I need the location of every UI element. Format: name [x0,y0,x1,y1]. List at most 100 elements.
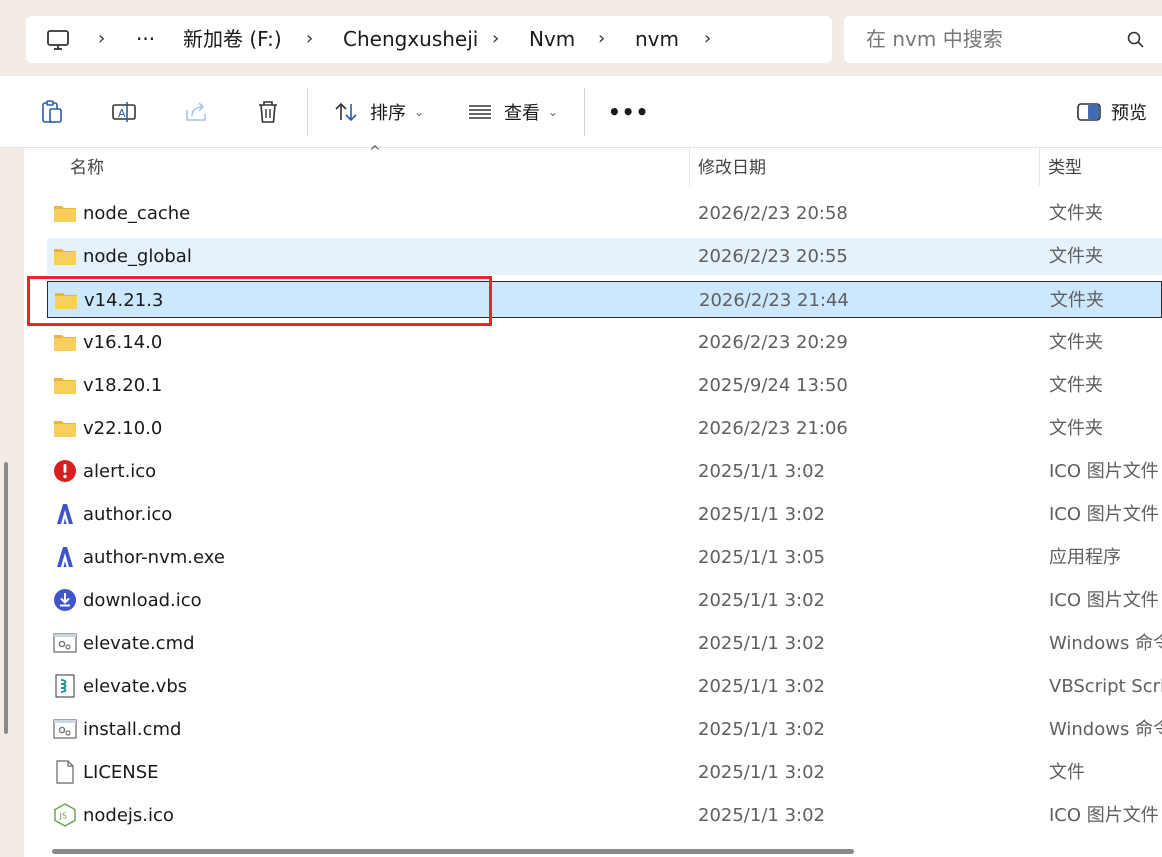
view-label: 查看 [504,103,540,124]
file-type: 文件夹 [1049,375,1103,396]
share-button[interactable] [182,96,210,128]
svg-text:JS: JS [59,812,67,821]
sort-label: 排序 [370,103,406,124]
more-icon: ••• [608,100,650,124]
file-row[interactable]: LICENSE 2025/1/1 3:02 文件 [47,754,1162,791]
file-date: 2025/1/1 3:02 [698,633,825,654]
file-name[interactable]: node_global [83,238,192,275]
file-icon [53,760,77,784]
file-type: ICO 图片文件 [1049,805,1159,826]
file-name[interactable]: v14.21.3 [84,282,163,319]
search-icon[interactable] [1126,30,1146,50]
file-row[interactable]: v18.20.1 2025/9/24 13:50 文件夹 [47,367,1162,404]
file-name[interactable]: v16.14.0 [83,324,162,361]
alert-icon [53,459,77,483]
file-row[interactable]: alert.ico 2025/1/1 3:02 ICO 图片文件 [47,453,1162,490]
sort-button[interactable]: 排序 ⌄ [332,96,424,128]
file-name[interactable]: download.ico [83,582,202,619]
chevron-right-icon[interactable]: › [306,30,320,48]
cmd-icon [53,717,77,741]
file-date: 2026/2/23 21:06 [698,418,848,439]
file-list[interactable]: ^ 名称 修改日期 类型 node_cache 2026/2/23 20:58 文件… [24,144,1162,857]
file-row[interactable]: JS nodejs.ico 2025/1/1 3:02 ICO 图片文件 [47,797,1162,834]
preview-pane-button[interactable]: 预览 [1075,96,1147,128]
file-type: Windows 命令 [1049,719,1162,740]
rename-icon: A [112,102,136,122]
column-type[interactable]: 类型 [1048,148,1082,188]
file-row[interactable]: install.cmd 2025/1/1 3:02 Windows 命令 [47,711,1162,748]
sort-icon [335,102,357,122]
file-name[interactable]: author-nvm.exe [83,539,225,576]
file-name[interactable]: nodejs.ico [83,797,174,834]
file-name[interactable]: alert.ico [83,453,156,490]
rename-button[interactable]: A [110,96,138,128]
breadcrumb-nvm[interactable]: nvm [635,16,679,63]
chevron-right-icon[interactable]: › [492,30,506,48]
file-date: 2025/1/1 3:02 [698,461,825,482]
column-name[interactable]: 名称 [70,148,104,188]
file-row[interactable]: author-nvm.exe 2025/1/1 3:05 应用程序 [47,539,1162,576]
file-type: VBScript Script [1049,676,1162,697]
file-date: 2026/2/23 21:44 [699,290,849,311]
file-date: 2026/2/23 20:55 [698,246,848,267]
view-button[interactable]: 查看 ⌄ [466,96,558,128]
file-name[interactable]: install.cmd [83,711,181,748]
horizontal-scrollbar[interactable] [52,849,854,854]
breadcrumb-drive[interactable]: 新加卷 (F:) [183,16,282,63]
file-type: 文件夹 [1049,332,1103,353]
folder-icon [54,288,78,312]
file-type: ICO 图片文件 [1049,590,1159,611]
file-row[interactable]: node_global 2026/2/23 20:55 文件夹 [47,238,1162,275]
file-name[interactable]: LICENSE [83,754,159,791]
file-name[interactable]: v18.20.1 [83,367,162,404]
file-row[interactable]: v16.14.0 2026/2/23 20:29 文件夹 [47,324,1162,361]
file-type: 文件夹 [1049,246,1103,267]
file-date: 2026/2/23 20:58 [698,203,848,224]
cmd-icon [53,631,77,655]
file-name[interactable]: elevate.cmd [83,625,195,662]
file-row[interactable]: elevate.vbs 2025/1/1 3:02 VBScript Script [47,668,1162,705]
vertical-scrollbar[interactable] [4,462,8,734]
folder-icon [53,244,77,268]
search-placeholder[interactable]: 在 nvm 中搜索 [866,16,1003,63]
breadcrumb-chengxusheji[interactable]: Chengxusheji [343,16,478,63]
folder-icon [53,416,77,440]
file-row[interactable]: v22.10.0 2026/2/23 21:06 文件夹 [47,410,1162,447]
paste-button[interactable] [38,96,66,128]
file-row[interactable]: download.ico 2025/1/1 3:02 ICO 图片文件 [47,582,1162,619]
file-row[interactable]: elevate.cmd 2025/1/1 3:02 Windows 命令 [47,625,1162,662]
command-bar: A 排序 ⌄ 查看 ⌄ ••• 预览 [0,76,1162,148]
computer-icon[interactable] [46,28,70,52]
folder-icon [53,201,77,225]
file-date: 2025/1/1 3:02 [698,762,825,783]
breadcrumb-more[interactable]: ··· [136,16,155,63]
file-name[interactable]: author.ico [83,496,172,533]
file-date: 2025/1/1 3:02 [698,590,825,611]
column-header-row: ^ 名称 修改日期 类型 [24,144,1162,188]
preview-pane-icon [1077,103,1101,121]
column-date[interactable]: 修改日期 [698,148,766,188]
file-date: 2025/1/1 3:02 [698,676,825,697]
folder-icon [53,330,77,354]
folder-icon [53,373,77,397]
chevron-right-icon[interactable]: › [98,30,112,48]
breadcrumb-nvm-parent[interactable]: Nvm [529,16,575,63]
file-type: ICO 图片文件 [1049,504,1159,525]
file-row[interactable]: author.ico 2025/1/1 3:02 ICO 图片文件 [47,496,1162,533]
file-type: 文件 [1049,762,1085,783]
chevron-right-icon[interactable]: › [704,30,718,48]
delete-button[interactable] [254,96,282,128]
file-type: 应用程序 [1049,547,1121,568]
more-options-button[interactable]: ••• [608,96,649,128]
chevron-down-icon: ⌄ [548,105,559,119]
search-box[interactable]: 在 nvm 中搜索 [844,16,1162,63]
file-name[interactable]: node_cache [83,195,190,232]
delete-icon [259,101,277,123]
chevron-right-icon[interactable]: › [598,30,612,48]
file-type: 文件夹 [1050,290,1104,311]
file-row[interactable]: node_cache 2026/2/23 20:58 文件夹 [47,195,1162,232]
address-bar[interactable]: › ··· 新加卷 (F:) › Chengxusheji › Nvm › nv… [26,16,832,63]
file-name[interactable]: v22.10.0 [83,410,162,447]
file-row[interactable]: v14.21.3 2026/2/23 21:44 文件夹 [47,281,1162,318]
file-name[interactable]: elevate.vbs [83,668,187,705]
